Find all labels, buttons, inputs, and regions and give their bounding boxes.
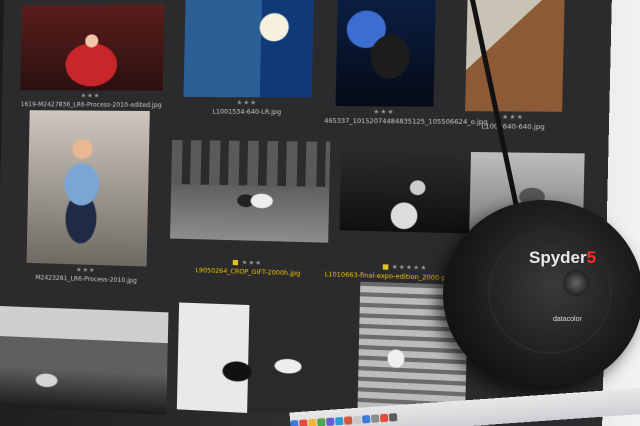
dock-app-icon[interactable] [370, 414, 380, 423]
thumbnail-cafe[interactable] [339, 150, 471, 234]
calibrator-device: Spyder5 datacolor [443, 200, 640, 390]
dock-app-icon[interactable] [388, 413, 398, 422]
dock-app-icon[interactable] [352, 415, 362, 425]
dock-app-icon[interactable] [343, 416, 353, 425]
thumbnail-horse-field[interactable] [0, 305, 169, 415]
dock-app-icon[interactable] [299, 419, 308, 426]
photo-scene: ★★★ 1619-M2427836_LR6-Process-2010-edite… [0, 0, 640, 426]
dock-app-icon[interactable] [317, 418, 326, 426]
device-brand: Spyder5 [529, 248, 596, 268]
brand-number: 5 [586, 248, 597, 267]
thumbnail-billiards[interactable] [465, 0, 565, 112]
thumbnail-caption: L1003640-640.jpg [481, 123, 545, 132]
thumbnail-red-portrait[interactable] [20, 4, 165, 91]
thumbnail-street-shadow[interactable] [176, 302, 338, 418]
dock-app-icon[interactable] [290, 420, 299, 426]
thumbnail-blue-door[interactable] [183, 0, 314, 98]
thumbnail-caption: 465337_10152074484835125_105506624_o.jpg [324, 117, 488, 127]
thumbnail-performer[interactable] [335, 0, 436, 107]
dock-app-icon[interactable] [361, 414, 371, 424]
device-maker: datacolor [553, 316, 582, 323]
thumbnail-caption: L1001534-640-LR.jpg [212, 108, 282, 117]
dock-app-icon[interactable] [326, 417, 335, 426]
thumbnail-street-couple[interactable] [170, 139, 331, 243]
dock-app-icon[interactable] [379, 413, 389, 423]
brand-text: Spyder [529, 248, 587, 267]
dock-app-icon[interactable] [308, 418, 317, 426]
device-lens [563, 270, 589, 296]
dock-app-icon[interactable] [334, 416, 344, 426]
thumbnail-man-seated[interactable] [26, 110, 150, 267]
